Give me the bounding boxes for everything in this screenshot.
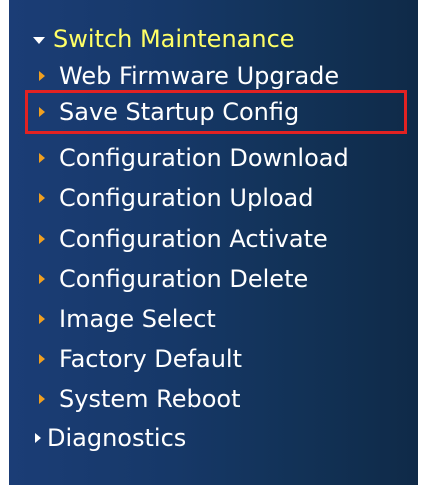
- menu-item-image-select[interactable]: Image Select: [39, 302, 216, 336]
- menu-item-label: Factory Default: [59, 345, 242, 373]
- menu-item-label: Web Firmware Upgrade: [59, 62, 340, 90]
- menu-item-label: Configuration Upload: [59, 184, 314, 212]
- menu-item-system-reboot[interactable]: System Reboot: [39, 382, 241, 416]
- menu-item-configuration-download[interactable]: Configuration Download: [39, 141, 349, 175]
- menu-group-diagnostics[interactable]: Diagnostics: [35, 421, 186, 455]
- caret-right-icon: [39, 274, 45, 284]
- menu-item-configuration-upload[interactable]: Configuration Upload: [39, 181, 313, 215]
- menu-item-configuration-activate[interactable]: Configuration Activate: [39, 222, 328, 256]
- menu-item-label: Configuration Activate: [59, 225, 328, 253]
- caret-right-icon: [39, 314, 45, 324]
- menu-group-label: Diagnostics: [47, 424, 187, 452]
- caret-right-icon: [39, 394, 45, 404]
- menu-item-label: Image Select: [59, 305, 216, 333]
- caret-right-icon: [35, 433, 41, 443]
- menu-group-label: Switch Maintenance: [53, 25, 295, 53]
- menu-item-save-startup-config[interactable]: Save Startup Config: [39, 95, 299, 129]
- menu-item-label: System Reboot: [59, 385, 241, 413]
- caret-right-icon: [39, 153, 45, 163]
- menu-item-label: Configuration Delete: [59, 265, 309, 293]
- caret-right-icon: [39, 71, 45, 81]
- menu-item-configuration-delete[interactable]: Configuration Delete: [39, 262, 308, 296]
- navigation-menu: Switch Maintenance Web Firmware Upgrade …: [9, 0, 418, 485]
- caret-down-icon: [33, 36, 45, 44]
- menu-group-switch-maintenance[interactable]: Switch Maintenance: [33, 22, 295, 56]
- menu-item-label: Configuration Download: [59, 144, 349, 172]
- menu-item-web-firmware-upgrade[interactable]: Web Firmware Upgrade: [39, 59, 339, 93]
- menu-item-factory-default[interactable]: Factory Default: [39, 342, 242, 376]
- menu-item-label: Save Startup Config: [59, 98, 300, 126]
- caret-right-icon: [39, 354, 45, 364]
- caret-right-icon: [39, 107, 45, 117]
- caret-right-icon: [39, 193, 45, 203]
- caret-right-icon: [39, 234, 45, 244]
